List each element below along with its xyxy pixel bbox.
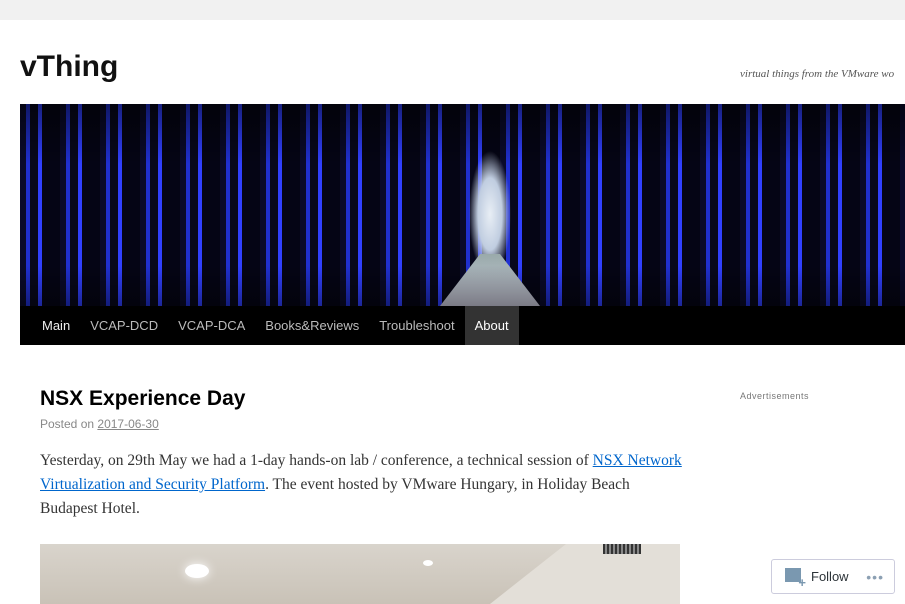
post-date-link[interactable]: 2017-06-30 xyxy=(97,417,158,431)
nav-item-vcap-dca[interactable]: VCAP-DCA xyxy=(168,306,255,345)
post-text: Yesterday, on 29th May we had a 1-day ha… xyxy=(40,452,593,469)
post-title[interactable]: NSX Experience Day xyxy=(40,387,245,411)
site-tagline: virtual things from the VMware wo xyxy=(740,68,895,80)
follow-button[interactable]: + Follow ••• xyxy=(771,559,895,594)
nav-item-troubleshoot[interactable]: Troubleshoot xyxy=(369,306,464,345)
nav-item-books-reviews[interactable]: Books&Reviews xyxy=(255,306,369,345)
posted-on-label: Posted on xyxy=(40,417,95,431)
site-title[interactable]: vThing xyxy=(20,50,118,84)
nav-item-vcap-dcd[interactable]: VCAP-DCD xyxy=(80,306,168,345)
more-options-icon[interactable]: ••• xyxy=(866,569,884,585)
post-meta: Posted on 2017-06-30 xyxy=(40,417,159,431)
nav-item-main[interactable]: Main xyxy=(32,306,80,345)
header-banner-image[interactable] xyxy=(20,104,905,306)
top-bar xyxy=(0,0,905,20)
main-nav: Main VCAP-DCD VCAP-DCA Books&Reviews Tro… xyxy=(20,306,905,345)
follow-label: Follow xyxy=(811,569,849,584)
post-body: Yesterday, on 29th May we had a 1-day ha… xyxy=(40,449,690,521)
post-photo xyxy=(40,544,680,604)
nav-item-about[interactable]: About xyxy=(464,306,519,345)
advertisements-label: Advertisements xyxy=(740,391,810,401)
follow-icon: + xyxy=(785,567,806,589)
